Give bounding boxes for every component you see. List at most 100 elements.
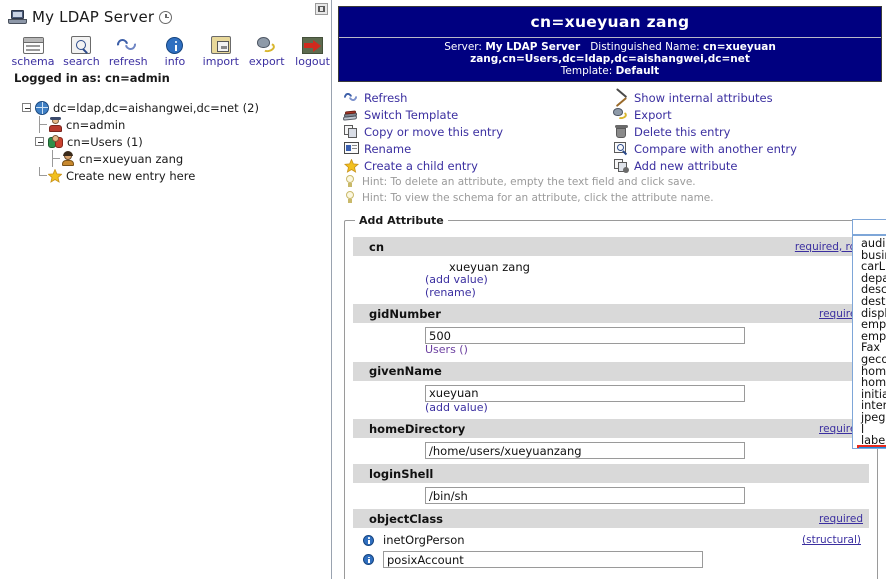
group-link-gidnumber[interactable]: Users () xyxy=(425,343,869,357)
dropdown-option-selected[interactable]: Email xyxy=(857,444,886,448)
expand-panel-button[interactable] xyxy=(315,3,328,15)
tree-node-root[interactable]: dc=ldap,dc=aishangwei,dc=net (2) xyxy=(22,99,331,116)
entry-title: cn=xueyuan zang xyxy=(339,7,881,38)
tree-collapse-toggle-root[interactable] xyxy=(22,103,31,112)
objectclass-input-posixaccount[interactable] xyxy=(383,551,703,568)
dropdown-option[interactable]: employeeNumber xyxy=(859,319,886,331)
add-attribute-dropdown[interactable]: audio businessCategory carLicense depart… xyxy=(852,219,886,449)
refresh-icon xyxy=(341,91,360,104)
tree-line xyxy=(35,116,48,133)
tree-root-count: (2) xyxy=(242,100,259,115)
ldap-admin-page: My LDAP Server schema search refresh inf… xyxy=(0,0,886,579)
attribute-input-givenname[interactable] xyxy=(425,384,745,402)
info-icon[interactable] xyxy=(353,554,383,565)
dropdown-option-list[interactable]: audio businessCategory carLicense depart… xyxy=(852,235,886,449)
attribute-input-homedirectory[interactable] xyxy=(425,442,745,459)
action-label-rename[interactable]: Rename xyxy=(364,142,411,156)
action-refresh[interactable]: Refresh xyxy=(341,89,612,106)
dropdown-option[interactable]: labeledURI xyxy=(859,435,886,447)
action-row: Switch Template Export xyxy=(342,106,882,123)
attribute-flags-objectclass[interactable]: required xyxy=(819,513,863,525)
action-show-internal-attributes[interactable]: Show internal attributes xyxy=(612,87,882,107)
dn-label: Distinguished Name: xyxy=(590,41,700,53)
attribute-body-cn: xueyuan zang (add value) (rename) xyxy=(345,256,877,304)
hint-row: Hint: To delete an attribute, empty the … xyxy=(342,174,882,190)
attribute-header-homedirectory: homeDirectory required xyxy=(353,419,869,438)
star-icon xyxy=(342,158,360,173)
add-value-link-cn[interactable]: (add value) xyxy=(425,273,869,287)
attribute-name-objectclass[interactable]: objectClass xyxy=(369,512,443,526)
tree-users-label: cn=Users xyxy=(67,134,123,149)
action-label-add-attribute[interactable]: Add new attribute xyxy=(634,159,738,173)
attribute-name-givenname[interactable]: givenName xyxy=(369,364,442,378)
attribute-input-loginshell[interactable] xyxy=(425,487,745,504)
attribute-header-givenname: givenName xyxy=(353,361,869,381)
toolbar-item-refresh[interactable]: refresh xyxy=(109,32,148,68)
attribute-name-cn[interactable]: cn xyxy=(369,240,384,254)
entry-header: cn=xueyuan zang Server: My LDAP Server D… xyxy=(338,6,882,82)
toolbar-item-info[interactable]: info xyxy=(157,32,194,68)
left-navigation-panel: My LDAP Server schema search refresh inf… xyxy=(0,0,332,579)
action-label-compare[interactable]: Compare with another entry xyxy=(634,142,797,156)
attribute-body-givenname: (add value) xyxy=(345,381,877,420)
toolbar-item-export[interactable]: export xyxy=(248,32,285,68)
objectclass-row-inetorgperson: inetOrgPerson (structural) xyxy=(353,531,869,549)
server-value: My LDAP Server xyxy=(485,41,581,53)
dropdown-closed-box[interactable] xyxy=(852,219,886,235)
add-value-link-givenname[interactable]: (add value) xyxy=(425,401,869,415)
action-label-show-internal[interactable]: Show internal attributes xyxy=(634,91,773,105)
action-compare-entry[interactable]: Compare with another entry xyxy=(612,140,882,157)
toolbar-item-search[interactable]: search xyxy=(63,32,100,68)
logout-icon xyxy=(302,32,324,54)
action-rename[interactable]: Rename xyxy=(342,140,612,157)
user-icon xyxy=(61,150,75,166)
tree-node-users[interactable]: cn=Users (1) xyxy=(22,133,331,150)
attribute-name-gidnumber[interactable]: gidNumber xyxy=(369,307,441,321)
objectclass-value-inetorgperson: inetOrgPerson xyxy=(383,533,465,547)
objectclass-note-structural[interactable]: (structural) xyxy=(802,534,869,546)
action-copy-or-move[interactable]: Copy or move this entry xyxy=(342,123,612,140)
tree-node-user-entry[interactable]: cn=xueyuan zang xyxy=(22,150,331,167)
action-label-switch-template[interactable]: Switch Template xyxy=(364,108,458,122)
action-row: Copy or move this entry Delete this entr… xyxy=(342,123,882,140)
switch-template-icon xyxy=(342,108,360,122)
toolbar-label-search: search xyxy=(63,55,100,68)
dropdown-option[interactable]: destinationIndicator xyxy=(859,296,886,308)
hint-view-schema: Hint: To view the schema for an attribut… xyxy=(362,192,714,204)
action-row: Create a child entry Add new attribute xyxy=(342,157,882,174)
action-delete-entry[interactable]: Delete this entry xyxy=(612,123,882,140)
action-label-refresh[interactable]: Refresh xyxy=(364,91,407,105)
action-label-copy-move[interactable]: Copy or move this entry xyxy=(364,125,503,139)
dropdown-option[interactable]: homePostalAddress xyxy=(859,377,886,389)
action-export[interactable]: Export xyxy=(612,106,882,123)
dropdown-option[interactable]: audio xyxy=(859,238,886,250)
action-create-child-entry[interactable]: Create a child entry xyxy=(342,157,612,174)
schema-icon xyxy=(22,32,44,54)
toolbar-item-logout[interactable]: logout xyxy=(294,32,331,68)
clock-icon[interactable] xyxy=(159,10,173,24)
action-label-delete[interactable]: Delete this entry xyxy=(634,125,731,139)
rename-link-cn[interactable]: (rename) xyxy=(425,286,869,300)
action-label-export[interactable]: Export xyxy=(634,108,672,122)
toolbar-item-import[interactable]: import xyxy=(202,32,239,68)
tree-node-create-entry[interactable]: Create new entry here xyxy=(22,167,331,184)
dropdown-option[interactable]: gecos xyxy=(859,354,886,366)
template-value: Default xyxy=(615,65,660,77)
toolbar-item-schema[interactable]: schema xyxy=(12,32,55,68)
toolbar-label-refresh: refresh xyxy=(108,55,148,68)
attribute-header-gidnumber: gidNumber required xyxy=(353,304,869,323)
copy-icon xyxy=(342,124,360,139)
attribute-name-homedirectory[interactable]: homeDirectory xyxy=(369,422,465,436)
tree-collapse-toggle-users[interactable] xyxy=(35,137,44,146)
action-switch-template[interactable]: Switch Template xyxy=(342,106,612,123)
attribute-input-gidnumber[interactable] xyxy=(425,327,745,344)
dropdown-option[interactable]: jpegPhoto xyxy=(859,412,886,424)
attribute-name-loginshell[interactable]: loginShell xyxy=(369,467,433,481)
rename-icon xyxy=(342,142,360,155)
tree-create-entry-label: Create new entry here xyxy=(66,168,196,183)
toolbar-label-import: import xyxy=(202,55,239,68)
tree-node-admin[interactable]: cn=admin xyxy=(22,116,331,133)
info-icon[interactable] xyxy=(353,534,383,546)
action-label-create-child[interactable]: Create a child entry xyxy=(364,159,478,173)
action-add-new-attribute[interactable]: Add new attribute xyxy=(612,157,882,174)
